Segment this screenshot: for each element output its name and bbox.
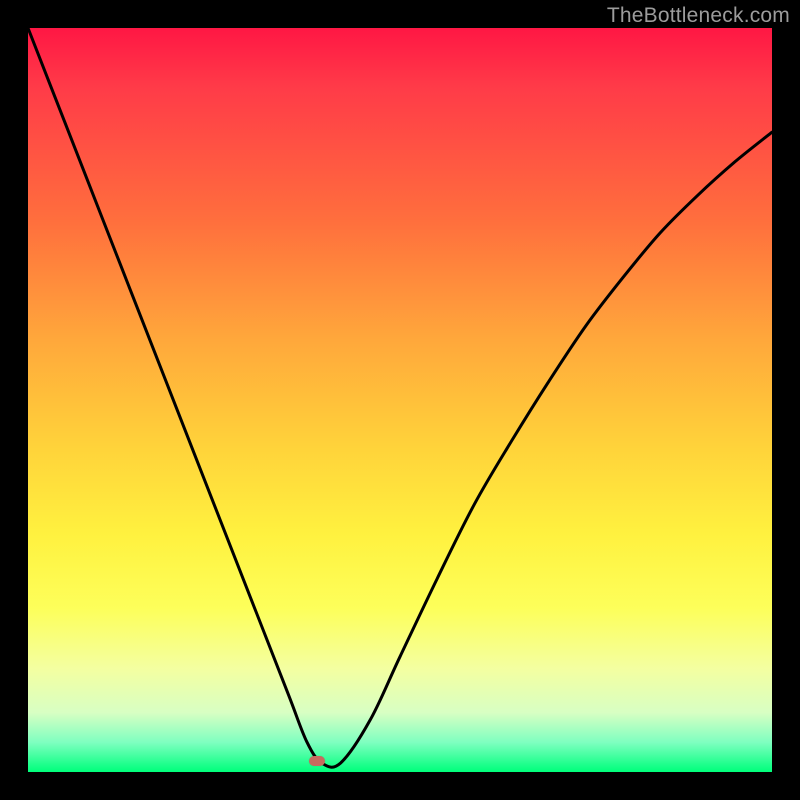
frame: TheBottleneck.com — [0, 0, 800, 800]
watermark-text: TheBottleneck.com — [607, 4, 790, 28]
plot-area — [28, 28, 772, 772]
optimal-point-marker — [309, 756, 325, 766]
curve-path — [28, 28, 772, 767]
bottleneck-curve — [28, 28, 772, 772]
